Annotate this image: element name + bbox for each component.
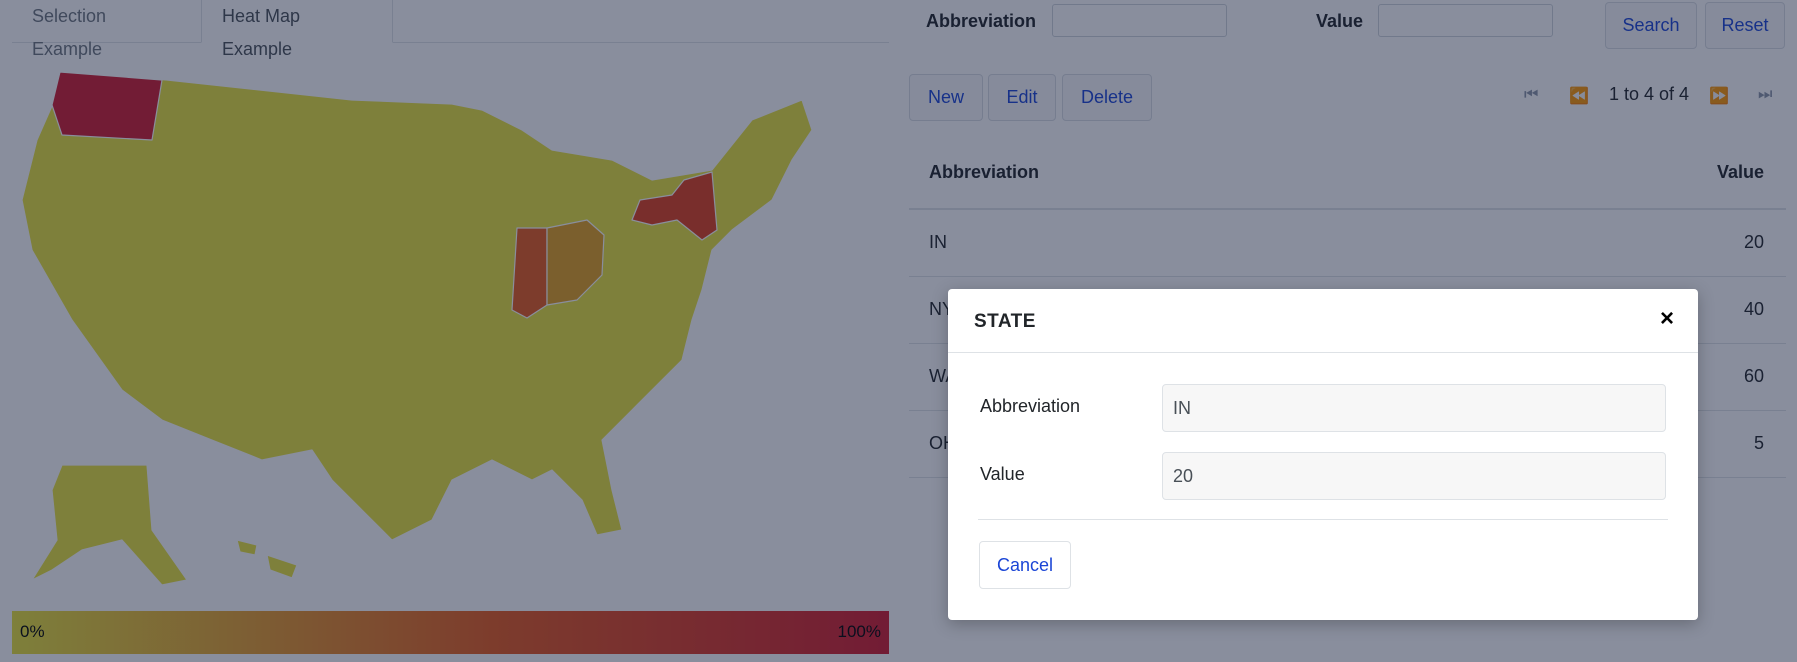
modal-title: STATE — [974, 311, 1036, 332]
close-icon[interactable]: × — [1660, 305, 1674, 333]
abbreviation-field[interactable]: IN — [1162, 384, 1666, 432]
app: Selection Example Heat Map Example 0% 10… — [0, 0, 1797, 662]
modal-header: STATE × — [948, 289, 1698, 353]
cancel-button[interactable]: Cancel — [979, 541, 1071, 589]
value-field[interactable]: 20 — [1162, 452, 1666, 500]
value-label: Value — [980, 464, 1025, 484]
state-modal: STATE × Abbreviation IN Value 20 Cancel — [948, 289, 1698, 620]
modal-divider — [978, 519, 1668, 520]
abbreviation-label: Abbreviation — [980, 396, 1081, 416]
